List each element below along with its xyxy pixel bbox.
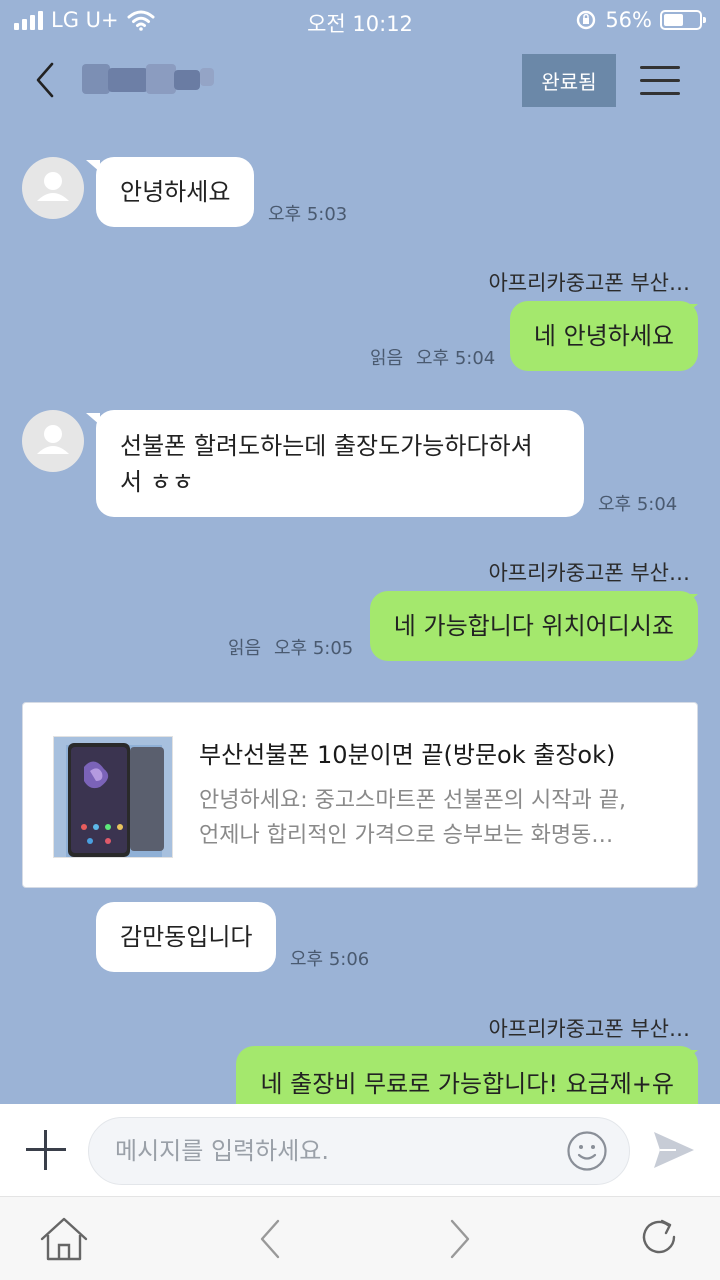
browser-nav-bar bbox=[0, 1196, 720, 1280]
home-icon bbox=[40, 1217, 88, 1261]
message-bubble-incoming[interactable]: 안녕하세요 bbox=[96, 157, 255, 227]
orientation-lock-icon bbox=[577, 10, 596, 30]
sender-name: 아프리카중고폰 부산… bbox=[488, 271, 690, 295]
link-title: 부산선불폰 10분이면 끝(방문ok 출장ok) bbox=[199, 741, 616, 769]
emoji-icon bbox=[567, 1131, 607, 1171]
message-bubble-outgoing[interactable]: 네 안녕하세요 bbox=[509, 301, 698, 371]
nav-back-icon bbox=[260, 1219, 280, 1259]
avatar-icon bbox=[37, 172, 69, 201]
message-bubble-outgoing[interactable]: 네 가능합니다 위치어디시죠 bbox=[369, 591, 698, 661]
link-description: 안녕하세요: 중고스마트폰 선불폰의 시작과 끝, 언제나 합리적인 가격으로 … bbox=[199, 783, 679, 853]
menu-button[interactable] bbox=[640, 64, 680, 96]
link-description-line: 언제나 합리적인 가격으로 승부보는 화명동… bbox=[199, 823, 614, 848]
chat-header: 완료됨 bbox=[0, 40, 720, 122]
nav-back-button[interactable] bbox=[244, 1215, 296, 1263]
nav-forward-icon bbox=[450, 1219, 470, 1259]
message-text: 네 안녕하세요 bbox=[533, 322, 674, 350]
plus-icon bbox=[24, 1128, 68, 1172]
message-input[interactable] bbox=[88, 1117, 630, 1185]
done-button[interactable]: 완료됨 bbox=[522, 54, 616, 107]
home-button[interactable] bbox=[38, 1215, 90, 1263]
link-preview-card[interactable]: 부산선불폰 10분이면 끝(방문ok 출장ok) 안녕하세요: 중고스마트폰 선… bbox=[22, 702, 698, 888]
refresh-button[interactable] bbox=[634, 1215, 686, 1263]
sender-name: 아프리카중고폰 부산… bbox=[488, 1017, 690, 1041]
read-status: 읽음 bbox=[370, 348, 404, 369]
avatar-icon bbox=[37, 425, 69, 454]
message-time: 오후 5:04 bbox=[416, 348, 496, 369]
message-time: 오후 5:03 bbox=[268, 204, 348, 225]
nav-forward-button[interactable] bbox=[434, 1215, 486, 1263]
message-text: 네 출장비 무료로 가능합니다! 요금제+유 bbox=[260, 1070, 674, 1098]
battery-level bbox=[664, 14, 683, 26]
send-icon bbox=[654, 1132, 694, 1168]
attach-button[interactable] bbox=[24, 1128, 68, 1172]
send-button[interactable] bbox=[650, 1126, 698, 1174]
refresh-icon bbox=[642, 1219, 676, 1254]
message-time: 오후 5:05 bbox=[274, 638, 354, 659]
status-right: 56% bbox=[575, 8, 706, 32]
avatar[interactable] bbox=[22, 410, 84, 472]
message-text-line: 선불폰 할려도하는데 출장도가능하다하셔 bbox=[120, 432, 533, 460]
emoji-button[interactable] bbox=[566, 1130, 608, 1172]
menu-icon bbox=[640, 64, 680, 96]
back-arrow-icon bbox=[36, 62, 54, 98]
message-bubble-incoming[interactable]: 선불폰 할려도하는데 출장도가능하다하셔 서 ㅎㅎ bbox=[96, 410, 584, 517]
link-description-line: 안녕하세요: 중고스마트폰 선불폰의 시작과 끝, bbox=[199, 788, 626, 813]
message-text: 안녕하세요 bbox=[120, 178, 231, 206]
message-text-line: 서 ㅎㅎ bbox=[120, 468, 194, 496]
message-time: 오후 5:04 bbox=[598, 494, 678, 515]
message-text: 감만동입니다 bbox=[120, 923, 253, 951]
read-status: 읽음 bbox=[228, 638, 262, 659]
chat-title-blurred bbox=[82, 62, 232, 98]
message-bubble-incoming[interactable]: 감만동입니다 bbox=[96, 902, 277, 972]
link-thumbnail bbox=[53, 736, 173, 858]
message-text: 네 가능합니다 위치어디시죠 bbox=[393, 612, 674, 640]
phone-image bbox=[54, 737, 172, 857]
back-button[interactable] bbox=[26, 58, 66, 102]
battery-icon bbox=[660, 10, 706, 30]
message-input-bar bbox=[0, 1104, 720, 1196]
message-time: 오후 5:06 bbox=[290, 949, 370, 970]
avatar[interactable] bbox=[22, 157, 84, 219]
sender-name: 아프리카중고폰 부산… bbox=[488, 561, 690, 585]
battery-percent: 56% bbox=[605, 8, 652, 32]
status-bar: LG U+ 오전 10:12 56% bbox=[0, 0, 720, 40]
